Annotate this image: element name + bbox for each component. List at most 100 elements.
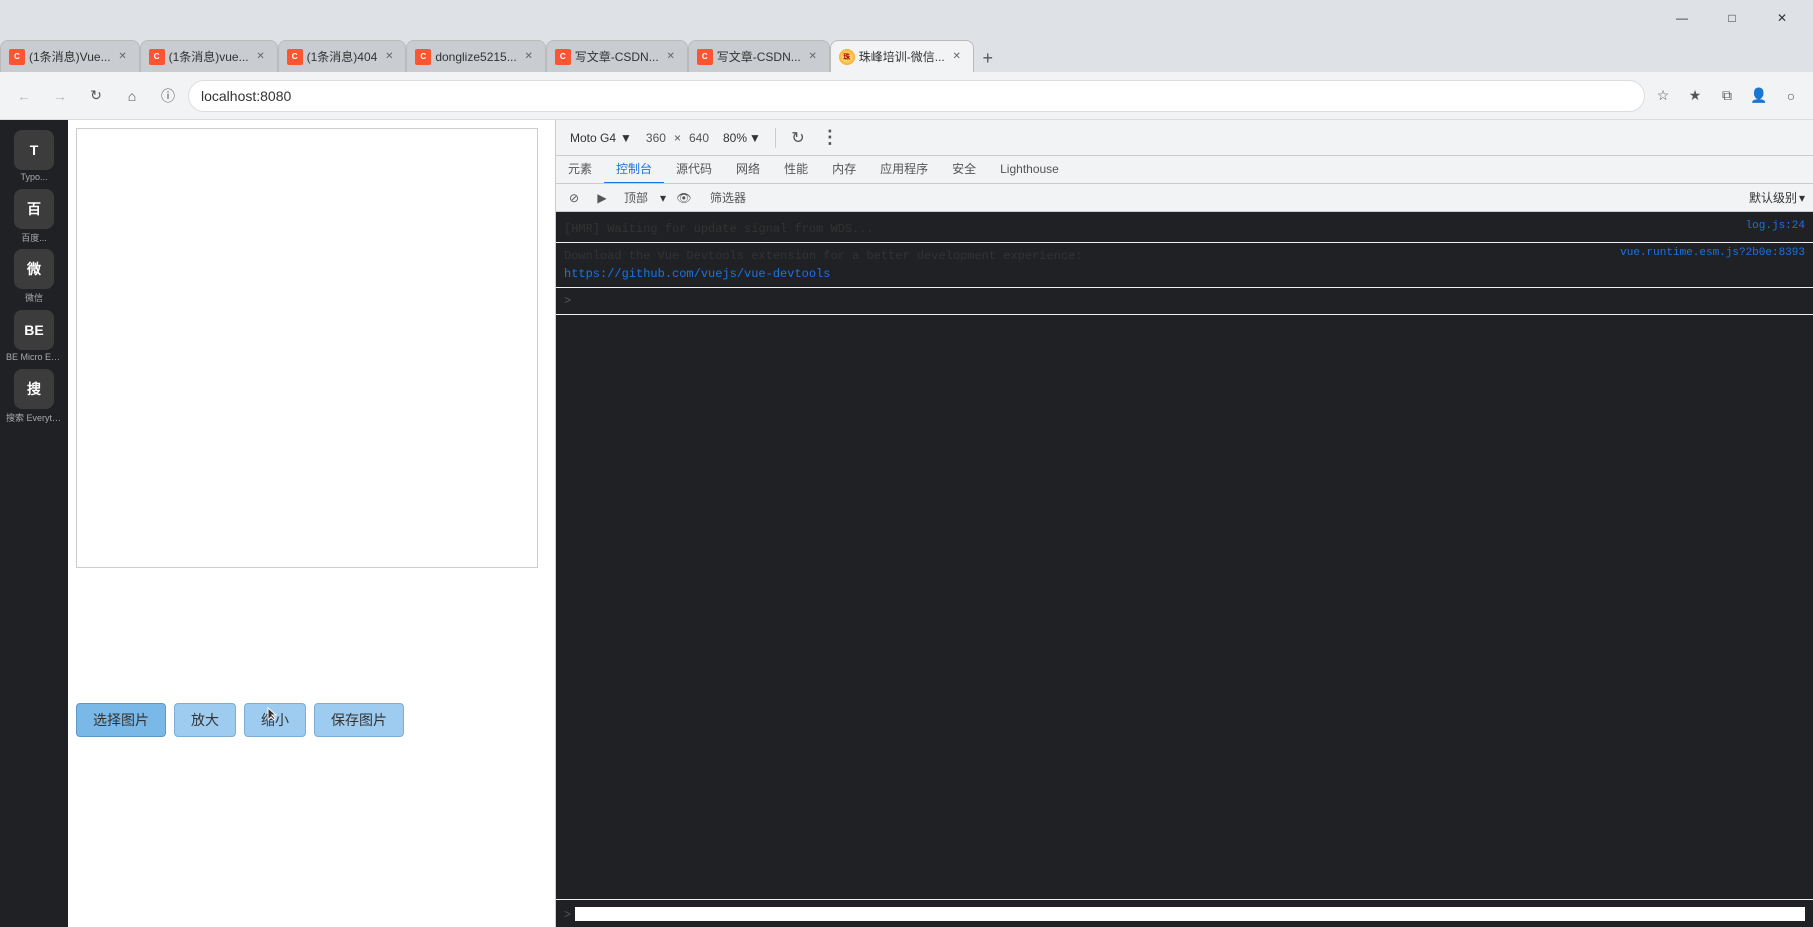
console-message-msg1: [HMR] Waiting for update signal from WDS… — [556, 216, 1813, 243]
sidebar-item-typora[interactable]: TTypo... — [6, 128, 62, 184]
browser-tab-tab3[interactable]: C(1条消息)404✕ — [278, 40, 407, 72]
more-options-button[interactable]: ⋮ — [816, 124, 844, 152]
console-prompt-line: > — [556, 288, 1813, 315]
typora-icon: T — [14, 130, 54, 170]
sidebar-item-be_micro_edge[interactable]: BEBE Micro Edge — [6, 308, 62, 364]
new-tab-button[interactable]: + — [974, 44, 1002, 72]
address-bar: ← → ↻ ⌂ ⓘ ☆ ★ ⧉ 👤 ○ — [0, 72, 1813, 120]
title-bar: — □ ✕ — [0, 0, 1813, 36]
tab-close-button[interactable]: ✕ — [115, 49, 131, 65]
devtools-tab-sources[interactable]: 源代码 — [664, 156, 724, 184]
eye-button[interactable]: 👁 — [674, 188, 694, 208]
browser-tab-tab2[interactable]: C(1条消息)vue...✕ — [140, 40, 278, 72]
width-display: 360 — [642, 131, 670, 145]
minimize-button[interactable]: — — [1659, 0, 1705, 36]
search-icon: 搜 — [14, 369, 54, 409]
height-display: 640 — [685, 131, 713, 145]
tab-favicon: 珠 — [839, 49, 855, 65]
zoom-dropdown-icon: ▼ — [749, 131, 761, 145]
sidebar-item-wechat[interactable]: 微微信 — [6, 248, 62, 304]
address-input[interactable] — [188, 80, 1645, 112]
account-icon[interactable]: ○ — [1777, 82, 1805, 110]
console-msg-source[interactable]: vue.runtime.esm.js?2b0e:8393 — [1620, 247, 1805, 259]
clear-console-button[interactable]: ⊘ — [564, 188, 584, 208]
btn-select[interactable]: 选择图片 — [76, 703, 166, 737]
devtools-tab-network[interactable]: 网络 — [724, 156, 772, 184]
forward-button[interactable]: → — [44, 80, 76, 112]
tab-close-button[interactable]: ✕ — [949, 49, 965, 65]
devtools-tab-security[interactable]: 安全 — [940, 156, 988, 184]
toolbar-separator — [775, 128, 776, 148]
devtools-link[interactable]: https://github.com/vuejs/vue-devtools — [564, 267, 830, 281]
tab-close-button[interactable]: ✕ — [381, 49, 397, 65]
title-bar-controls: — □ ✕ — [1659, 0, 1805, 36]
devtools-tab-console[interactable]: 控制台 — [604, 156, 664, 184]
rotate-button[interactable]: ↻ — [784, 124, 812, 152]
console-messages: [HMR] Waiting for update signal from WDS… — [556, 212, 1813, 899]
home-button[interactable]: ⌂ — [116, 80, 148, 112]
tab-label: (1条消息)404 — [307, 48, 378, 65]
btn-zoomin[interactable]: 放大 — [174, 703, 236, 737]
browser-tab-tab1[interactable]: C(1条消息)Vue...✕ — [0, 40, 140, 72]
console-input[interactable] — [575, 907, 1805, 921]
console-msg-text: [HMR] Waiting for update signal from WDS… — [564, 220, 1738, 238]
browser-viewport: 选择图片放大缩小保存图片 — [68, 120, 556, 927]
tab-favicon: C — [149, 49, 165, 65]
browser-tab-tab5[interactable]: C写文章-CSDN...✕ — [546, 40, 688, 72]
wechat-label: 微信 — [25, 291, 43, 304]
browser-tab-tab7[interactable]: 珠珠峰培训-微信...✕ — [830, 40, 974, 72]
address-bar-icons: ☆ ★ ⧉ 👤 ○ — [1649, 82, 1805, 110]
reload-button[interactable]: ↻ — [80, 80, 112, 112]
context-dropdown[interactable]: ▾ — [660, 191, 666, 205]
browser-tab-tab6[interactable]: C写文章-CSDN...✕ — [688, 40, 830, 72]
tab-favicon: C — [287, 49, 303, 65]
sidebar-item-search[interactable]: 搜搜索 Everything — [6, 368, 62, 424]
browser-tab-tab4[interactable]: Cdonglize5215...✕ — [406, 40, 545, 72]
devtools-tab-elements[interactable]: 元素 — [556, 156, 604, 184]
back-button[interactable]: ← — [8, 80, 40, 112]
devtools-tab-memory[interactable]: 内存 — [820, 156, 868, 184]
zoom-selector[interactable]: 80% ▼ — [717, 129, 767, 147]
collections-icon[interactable]: ⧉ — [1713, 82, 1741, 110]
wechat-icon: 微 — [14, 249, 54, 289]
bookmark-icon[interactable]: ☆ — [1649, 82, 1677, 110]
tab-close-button[interactable]: ✕ — [521, 49, 537, 65]
tab-label: (1条消息)vue... — [169, 48, 249, 65]
btn-save[interactable]: 保存图片 — [314, 703, 404, 737]
image-canvas — [76, 128, 538, 568]
profile-icon[interactable]: 👤 — [1745, 82, 1773, 110]
tab-close-button[interactable]: ✕ — [253, 49, 269, 65]
device-selector[interactable]: Moto G4 ▼ — [564, 129, 638, 147]
tab-label: 写文章-CSDN... — [717, 48, 801, 65]
devtools-tab-performance[interactable]: 性能 — [772, 156, 820, 184]
devtools-panel: Moto G4 ▼ 360 × 640 80% ▼ ↻ ⋮ 元素控制台源代码网络… — [556, 120, 1813, 927]
be_micro_edge-label: BE Micro Edge — [6, 352, 62, 362]
console-msg-source[interactable]: log.js:24 — [1746, 220, 1805, 232]
prompt-arrow: > — [564, 907, 571, 921]
console-prompt: > — [556, 899, 1813, 927]
btn-zoomout[interactable]: 缩小 — [244, 703, 306, 737]
console-sub-toolbar: ⊘ ▶ 顶部 ▾ 👁 筛选器 默认级别 ▾ — [556, 184, 1813, 212]
close-button[interactable]: ✕ — [1759, 0, 1805, 36]
sidebar-item-baidu[interactable]: 百百度... — [6, 188, 62, 244]
tab-label: 珠峰培训-微信... — [859, 48, 945, 65]
device-name: Moto G4 — [570, 131, 616, 145]
devtools-tab-application[interactable]: 应用程序 — [868, 156, 940, 184]
bookmark-list-icon[interactable]: ★ — [1681, 82, 1709, 110]
tab-favicon: C — [555, 49, 571, 65]
log-level-selector[interactable]: 默认级别 ▾ — [1749, 189, 1805, 206]
tab-close-button[interactable]: ✕ — [805, 49, 821, 65]
tab-close-button[interactable]: ✕ — [663, 49, 679, 65]
info-button[interactable]: ⓘ — [152, 80, 184, 112]
context-dropdown-icon: ▾ — [660, 191, 666, 205]
search-label: 搜索 Everything — [6, 411, 62, 424]
top-context-label: 顶部 — [620, 189, 652, 206]
sidebar-toggle-button[interactable]: ▶ — [592, 188, 612, 208]
devtools-tab-lighthouse[interactable]: Lighthouse — [988, 156, 1071, 184]
viewport-canvas-area: 选择图片放大缩小保存图片 — [68, 120, 555, 927]
console-msg-text: Download the Vue Devtools extension for … — [564, 247, 1612, 283]
maximize-button[interactable]: □ — [1709, 0, 1755, 36]
sidebar: TTypo...百百度...微微信BEBE Micro Edge搜搜索 Ever… — [0, 120, 68, 927]
devtools-tabs: 元素控制台源代码网络性能内存应用程序安全Lighthouse — [556, 156, 1813, 184]
tab-label: 写文章-CSDN... — [575, 48, 659, 65]
